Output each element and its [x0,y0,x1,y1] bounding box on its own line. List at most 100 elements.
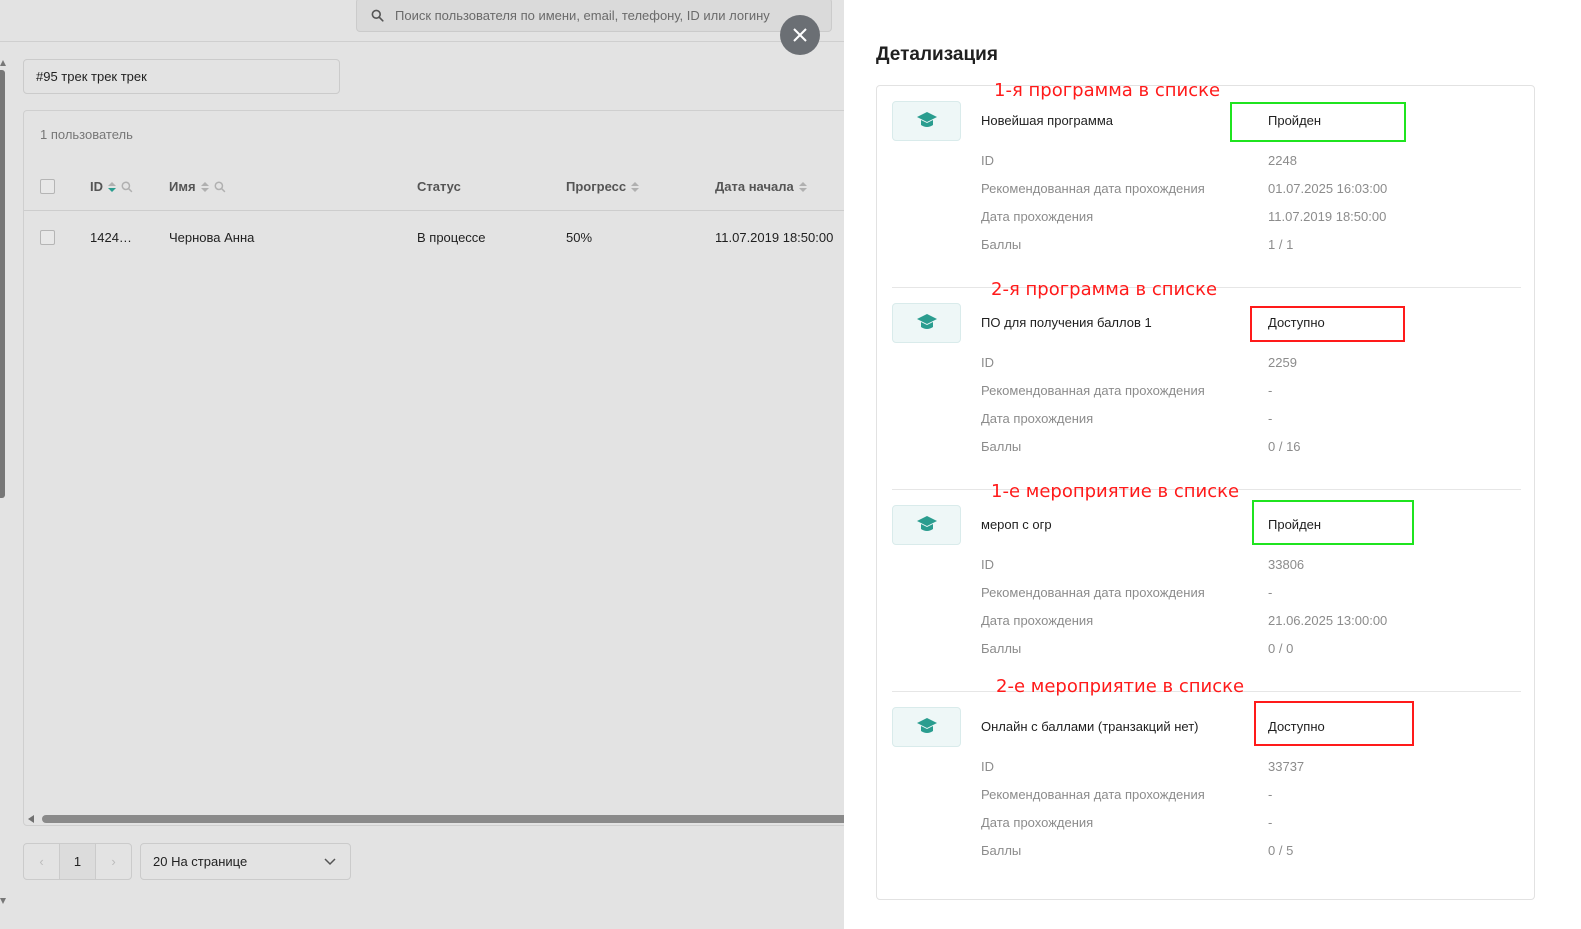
field-label-score: Баллы [981,439,1022,454]
field-label-score: Баллы [981,237,1022,252]
program-icon [892,505,961,545]
annotation-box-red [1254,701,1414,746]
details-panel: Детализация Новейшая программа Пройден I… [844,0,1581,929]
cell-id: 1424… [90,229,132,245]
search-placeholder: Поиск пользователя по имени, email, теле… [395,7,770,23]
column-header-name[interactable]: Имя [169,163,226,210]
select-all-checkbox[interactable] [40,179,55,194]
field-value-score: 1 / 1 [1268,237,1294,252]
page-1-button[interactable]: 1 [59,844,96,879]
field-label-id: ID [981,153,994,168]
panel-title: Детализация [876,44,998,65]
field-value-score: 0 / 5 [1268,843,1294,858]
annotation-label: 1-я программа в списке [994,80,1221,101]
field-label-recommended: Рекомендованная дата прохождения [981,181,1205,196]
program-name: мероп с огр [981,517,1052,532]
program-icon [892,707,961,747]
field-value-recommended: - [1268,383,1273,398]
field-value-score: 0 / 16 [1268,439,1301,454]
annotation-label: 1-е мероприятие в списке [991,481,1240,502]
program-name: Онлайн с баллами (транзакций нет) [981,719,1199,734]
program-name: ПО для получения баллов 1 [981,315,1152,330]
user-search-input[interactable]: Поиск пользователя по имени, email, теле… [356,0,832,32]
graduation-cap-icon [916,516,937,531]
graduation-cap-icon [916,314,937,329]
sort-icon[interactable] [200,181,209,192]
field-label-score: Баллы [981,843,1022,858]
field-value-completed: - [1268,411,1273,426]
field-label-recommended: Рекомендованная дата прохождения [981,787,1205,802]
horizontal-scrollbar[interactable] [28,815,844,823]
field-label-score: Баллы [981,641,1022,656]
program-icon [892,101,961,141]
graduation-cap-icon [916,718,937,733]
page-size-select[interactable]: 20 На странице [140,843,351,880]
cell-start-date: 11.07.2019 18:50:00 [715,229,834,245]
field-value-id: 33737 [1268,759,1305,774]
sort-icon[interactable] [108,181,116,192]
field-label-id: ID [981,355,994,370]
field-label-id: ID [981,557,994,572]
field-label-id: ID [981,759,994,774]
search-icon [371,9,384,22]
annotation-label: 2-я программа в списке [991,279,1218,300]
cell-name: Чернова Анна [169,229,255,245]
chevron-down-icon [324,857,336,865]
list-item: Новейшая программа Пройден ID 2248 Реком… [892,86,1521,288]
field-value-id: 33806 [1268,557,1305,572]
field-label-recommended: Рекомендованная дата прохождения [981,383,1205,398]
scroll-left-arrow-icon[interactable] [28,815,34,823]
search-icon[interactable] [121,181,133,193]
field-value-recommended: - [1268,585,1273,600]
close-icon [793,28,807,42]
field-label-completed: Дата прохождения [981,613,1094,628]
field-value-score: 0 / 0 [1268,641,1294,656]
field-value-id: 2259 [1268,355,1297,370]
users-count: 1 пользователь [40,127,133,142]
track-selector[interactable]: #95 трек трек трек [23,59,340,94]
next-page-button[interactable]: › [96,844,131,879]
field-value-completed: 21.06.2025 13:00:00 [1268,613,1388,628]
column-header-status: Статус [417,179,461,194]
sort-icon[interactable] [798,181,807,192]
row-checkbox[interactable] [40,229,55,245]
scroll-up-arrow-icon[interactable] [0,60,6,66]
column-header-start-date[interactable]: Дата начала [715,163,807,210]
column-header-progress[interactable]: Прогресс [566,163,640,210]
scroll-down-arrow-icon[interactable] [0,898,6,904]
table-row[interactable]: 1424… Чернова Анна В процессе 50% 11.07.… [24,211,844,263]
field-value-recommended: 01.07.2025 16:03:00 [1268,181,1388,196]
field-value-completed: - [1268,815,1273,830]
cell-progress: 50% [566,229,593,245]
field-label-completed: Дата прохождения [981,815,1094,830]
field-value-completed: 11.07.2019 18:50:00 [1268,209,1387,224]
list-item: ПО для получения баллов 1 Доступно ID 22… [892,288,1521,490]
close-panel-button[interactable] [780,15,820,55]
field-label-recommended: Рекомендованная дата прохождения [981,585,1205,600]
sort-icon[interactable] [631,181,640,192]
vertical-scrollbar[interactable] [0,70,5,498]
users-table: 1 пользователь ID Имя Статус Прогресс Да… [23,110,844,826]
field-value-id: 2248 [1268,153,1297,168]
list-item: Онлайн с баллами (транзакций нет) Доступ… [892,692,1521,894]
field-value-recommended: - [1268,787,1273,802]
cell-status: В процессе [417,229,486,245]
list-item: мероп с огр Пройден ID 33806 Рекомендова… [892,490,1521,692]
annotation-label: 2-е мероприятие в списке [996,676,1245,697]
graduation-cap-icon [916,112,937,127]
program-name: Новейшая программа [981,113,1113,128]
pagination: ‹ 1 › [23,843,132,880]
field-label-completed: Дата прохождения [981,209,1094,224]
main-content-overlayed: Поиск пользователя по имени, email, теле… [0,0,844,929]
annotation-box-green [1230,102,1406,142]
top-bar: Поиск пользователя по имени, email, теле… [0,0,844,42]
column-header-id[interactable]: ID [90,163,133,210]
scrollbar-thumb[interactable] [42,815,844,823]
annotation-box-green [1252,500,1414,545]
search-icon[interactable] [214,181,226,193]
page-size-value: 20 На странице [153,854,248,869]
field-label-completed: Дата прохождения [981,411,1094,426]
prev-page-button[interactable]: ‹ [24,844,59,879]
annotation-box-red [1250,306,1405,342]
program-icon [892,303,961,343]
